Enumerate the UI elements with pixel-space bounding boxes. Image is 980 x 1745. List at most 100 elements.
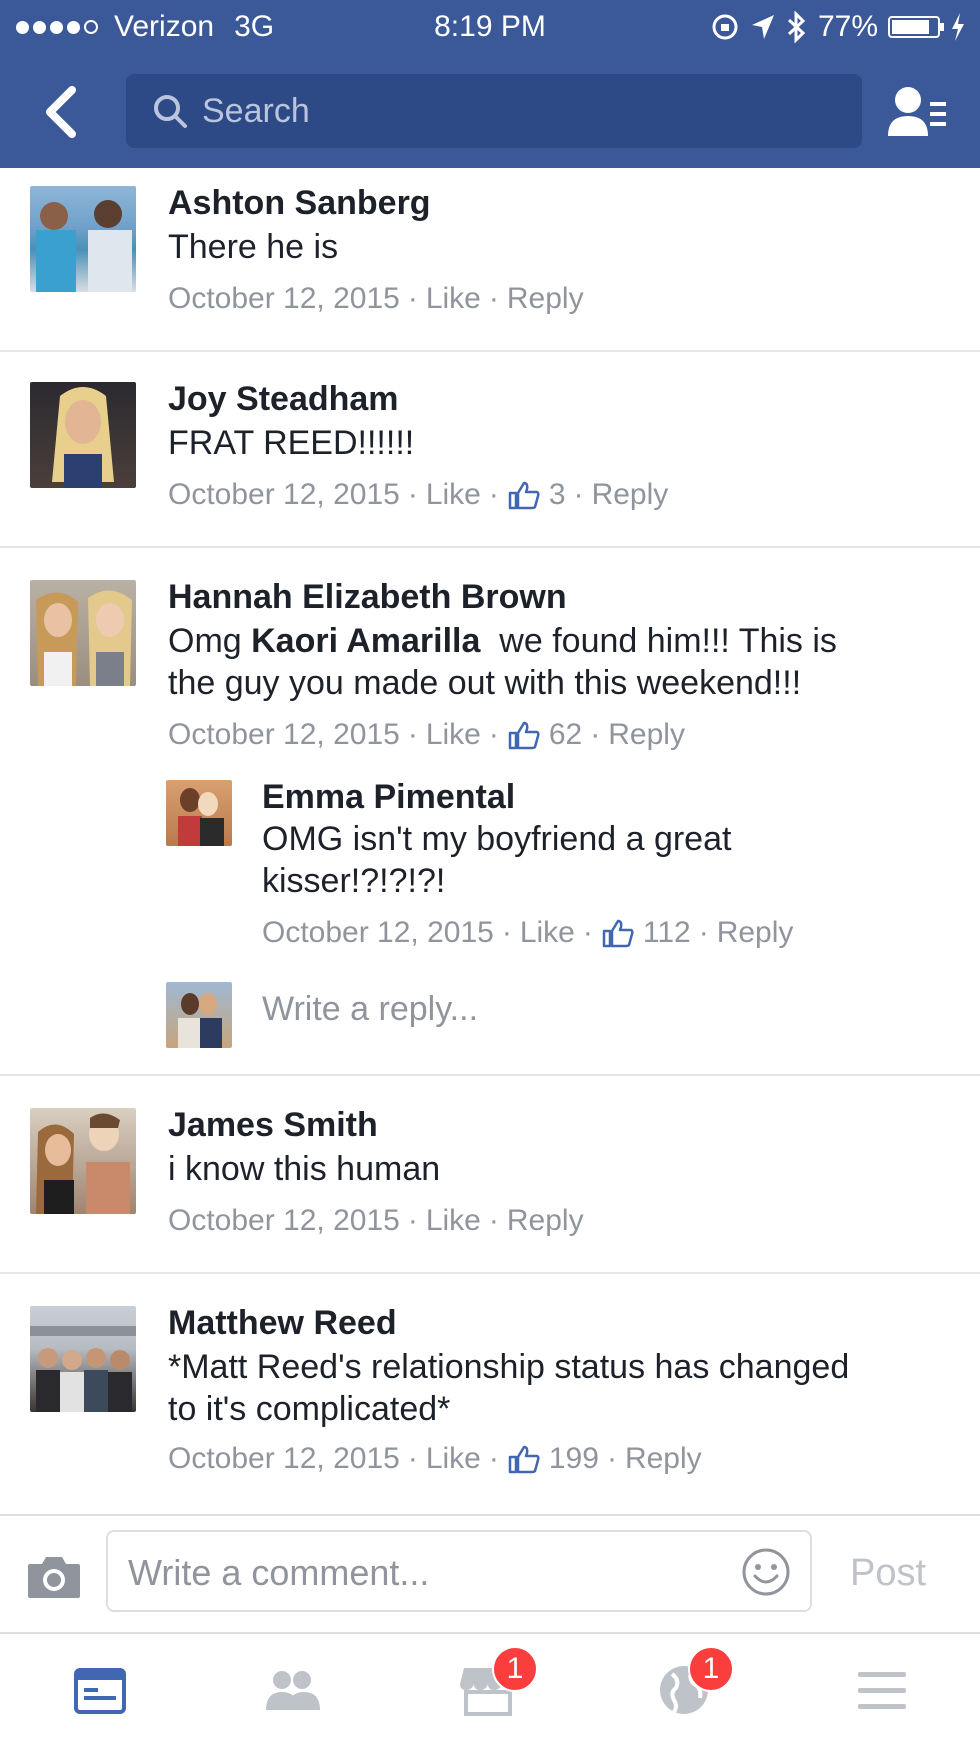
separator: ·: [573, 478, 584, 511]
comment-text: There he is: [168, 228, 339, 266]
commenter-name[interactable]: James Smith: [168, 1106, 378, 1145]
comment-text: i know this human: [168, 1150, 441, 1188]
comment-text-line2: the guy you made out with this weekend!!…: [168, 664, 802, 702]
post-button[interactable]: Post: [850, 1552, 926, 1595]
rotation-lock-icon: [712, 14, 738, 40]
like-link[interactable]: Like: [426, 478, 481, 512]
thumbs-up-icon: [508, 721, 540, 750]
separator: ·: [488, 1204, 499, 1237]
menu-icon[interactable]: [852, 1660, 912, 1720]
comment-item: Ashton Sanberg There he is October 12, 2…: [0, 168, 980, 352]
like-count[interactable]: 199: [549, 1442, 599, 1476]
battery-percent: 77%: [817, 10, 878, 43]
comment-date[interactable]: October 12, 2015: [168, 478, 400, 512]
comment-item: James Smith i know this human October 12…: [0, 1076, 980, 1274]
separator: ·: [488, 478, 499, 511]
like-link[interactable]: Like: [426, 1204, 481, 1238]
status-right: 77%: [710, 10, 966, 44]
comment-input[interactable]: Write a comment...: [106, 1530, 812, 1612]
comment-date[interactable]: October 12, 2015: [262, 916, 494, 950]
reply-link[interactable]: Reply: [507, 282, 584, 316]
avatar[interactable]: [30, 186, 136, 292]
comment-date[interactable]: October 12, 2015: [168, 1204, 400, 1238]
comment-meta: October 12, 2015 · Like · Reply: [168, 1204, 584, 1238]
separator: ·: [488, 718, 499, 751]
comment-meta: October 12, 2015 · Like · Reply: [168, 282, 584, 316]
reply-composer[interactable]: Write a reply...: [0, 980, 980, 1050]
friends-icon[interactable]: [262, 1660, 322, 1720]
mention-link[interactable]: Kaori Amarilla: [251, 622, 480, 660]
comment-meta: October 12, 2015 · Like · 112 · Reply: [262, 916, 793, 950]
reply-link[interactable]: Reply: [608, 718, 685, 752]
separator: ·: [407, 1442, 418, 1475]
separator: ·: [606, 1442, 617, 1475]
like-count[interactable]: 3: [549, 478, 566, 512]
friend-requests-icon[interactable]: [886, 82, 950, 142]
commenter-name[interactable]: Hannah Elizabeth Brown: [168, 578, 567, 617]
search-placeholder: Search: [202, 91, 310, 130]
separator: ·: [488, 1442, 499, 1475]
comment-meta: October 12, 2015 · Like · 62 · Reply: [168, 718, 685, 752]
tab-bar: 1 1: [0, 1632, 980, 1745]
like-count[interactable]: 112: [643, 916, 691, 950]
commenter-name[interactable]: Ashton Sanberg: [168, 184, 431, 223]
reply-link[interactable]: Reply: [717, 916, 794, 950]
comment-text-prefix: Omg: [168, 622, 252, 660]
comment-date[interactable]: October 12, 2015: [168, 282, 400, 316]
like-link[interactable]: Like: [520, 916, 575, 950]
separator: ·: [488, 282, 499, 315]
like-link[interactable]: Like: [426, 1442, 481, 1476]
commenter-name[interactable]: Matthew Reed: [168, 1304, 397, 1343]
comment-text: FRAT REED!!!!!!: [168, 424, 415, 462]
comment-meta: October 12, 2015 · Like · 3 · Reply: [168, 478, 668, 512]
like-count[interactable]: 62: [549, 718, 582, 752]
comment-text: *Matt Reed's relationship status has cha…: [168, 1346, 958, 1430]
reply-link[interactable]: Reply: [625, 1442, 702, 1476]
avatar[interactable]: [166, 780, 232, 846]
avatar[interactable]: [30, 580, 136, 686]
like-link[interactable]: Like: [426, 282, 481, 316]
comment-text-line1: OMG isn't my boyfriend a great: [262, 820, 732, 858]
separator: ·: [407, 718, 418, 751]
news-feed-icon[interactable]: [70, 1660, 130, 1720]
avatar: [166, 982, 232, 1048]
comment-text-line1: *Matt Reed's relationship status has cha…: [168, 1348, 850, 1386]
separator: ·: [501, 916, 512, 949]
separator: ·: [582, 916, 593, 949]
comment-text: Omg Kaori Amarilla we found him!!! This …: [168, 620, 948, 704]
reply-item: Emma Pimental OMG isn't my boyfriend a g…: [0, 778, 980, 968]
reply-link[interactable]: Reply: [592, 478, 669, 512]
camera-icon[interactable]: [26, 1554, 82, 1600]
comment-date[interactable]: October 12, 2015: [168, 718, 400, 752]
avatar[interactable]: [30, 382, 136, 488]
separator: ·: [407, 282, 418, 315]
commenter-name[interactable]: Emma Pimental: [262, 778, 515, 817]
status-bar: Verizon 3G 8:19 PM 77%: [0, 0, 980, 56]
comment-meta: October 12, 2015 · Like · 199 · Reply: [168, 1442, 702, 1476]
separator: ·: [698, 916, 709, 949]
search-input[interactable]: Search: [126, 74, 862, 148]
smiley-icon[interactable]: [740, 1546, 792, 1598]
back-icon[interactable]: [36, 82, 92, 142]
comment-placeholder: Write a comment...: [128, 1552, 430, 1593]
avatar[interactable]: [30, 1108, 136, 1214]
notifications-badge: 1: [688, 1646, 734, 1692]
reply-link[interactable]: Reply: [507, 1204, 584, 1238]
comment-text-line2: kisser!?!?!?!: [262, 862, 446, 900]
search-icon: [154, 95, 187, 128]
separator: ·: [407, 1204, 418, 1237]
thumbs-up-icon: [508, 481, 540, 510]
comment-text-suffix: we found him!!! This is: [480, 622, 837, 660]
comment-text: OMG isn't my boyfriend a great kisser!?!…: [262, 818, 942, 902]
comment-item: Hannah Elizabeth Brown Omg Kaori Amarill…: [0, 548, 980, 1076]
commenter-name[interactable]: Joy Steadham: [168, 380, 399, 419]
avatar[interactable]: [30, 1306, 136, 1412]
charging-icon: [952, 13, 964, 41]
location-icon: [751, 15, 774, 39]
comment-date[interactable]: October 12, 2015: [168, 1442, 400, 1476]
comment-item: Joy Steadham FRAT REED!!!!!! October 12,…: [0, 352, 980, 548]
bluetooth-icon: [787, 11, 806, 43]
like-link[interactable]: Like: [426, 718, 481, 752]
reply-placeholder[interactable]: Write a reply...: [262, 990, 478, 1029]
marketplace-badge: 1: [492, 1646, 538, 1692]
